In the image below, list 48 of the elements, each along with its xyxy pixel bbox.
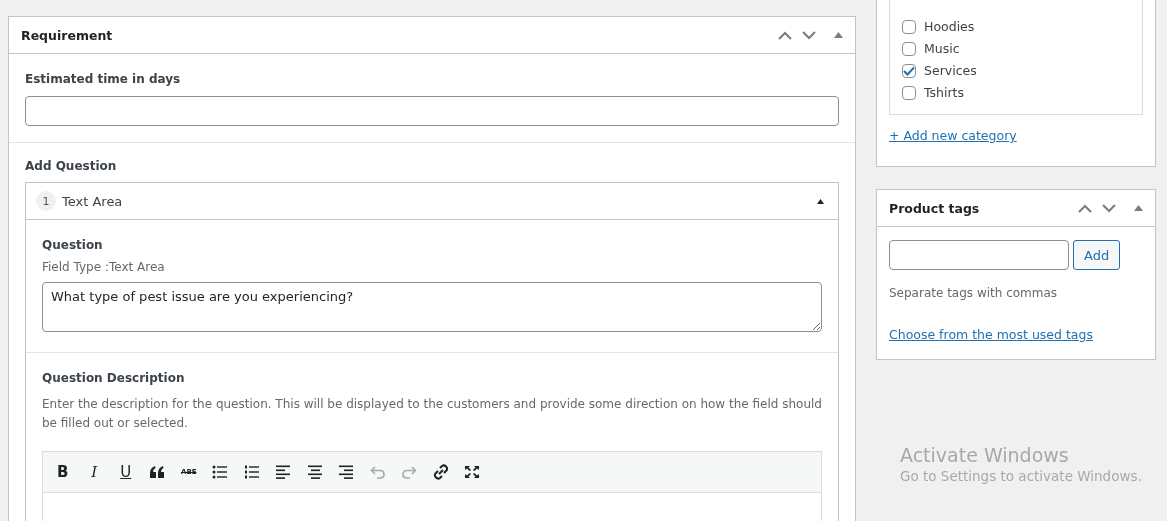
quote-icon <box>149 465 166 479</box>
checkbox[interactable] <box>902 19 916 34</box>
checkbox[interactable] <box>902 85 916 100</box>
section-label: Add Question <box>25 159 118 173</box>
category-label[interactable]: Tshirts <box>924 85 965 100</box>
panel-title: Product tags <box>889 200 980 216</box>
field-label: Question <box>42 238 104 252</box>
tag-input[interactable] <box>889 240 1069 270</box>
activation-title: Activate Windows <box>900 444 1070 466</box>
bulleted-list-icon <box>212 465 229 479</box>
category-label[interactable]: Music <box>924 41 960 56</box>
question-textarea[interactable]: What type of pest issue are you experiencing? <box>42 282 822 332</box>
link-icon <box>432 464 449 480</box>
bold-button[interactable]: B <box>47 457 79 487</box>
collapse-icon[interactable] <box>1134 205 1143 211</box>
caret-icon <box>817 198 824 204</box>
activation-subtitle: Go to Settings to activate Windows. <box>900 468 1142 484</box>
chevron-down-icon[interactable] <box>802 30 816 40</box>
category-label[interactable]: Hoodies <box>924 19 975 34</box>
add-category-link[interactable]: + Add new category <box>889 128 1017 143</box>
align-center-icon <box>306 465 323 479</box>
align-right-icon <box>338 465 355 479</box>
add-button[interactable]: Add <box>1073 240 1121 270</box>
collapse-icon[interactable] <box>834 32 843 38</box>
fullscreen-icon <box>464 465 481 479</box>
hint-text: Separate tags with commas <box>889 286 1059 300</box>
chevron-up-icon[interactable] <box>1078 203 1092 213</box>
redo-icon <box>401 465 418 479</box>
most-used-tags-link[interactable]: Choose from the most used tags <box>889 327 1093 342</box>
number-badge: 1 <box>36 191 56 211</box>
field-type-text: Field Type :Text Area <box>42 260 166 274</box>
field-label: Estimated time in days <box>25 72 182 86</box>
align-left-icon <box>275 465 292 479</box>
checkbox[interactable] <box>902 63 916 78</box>
panel-title: Requirement <box>21 27 113 43</box>
chevron-up-icon[interactable] <box>778 30 792 40</box>
question-type: Text Area <box>62 193 124 209</box>
input-field[interactable] <box>25 96 839 126</box>
category-label[interactable]: Services <box>924 63 977 78</box>
question-header[interactable]: 1 Text Area <box>26 183 838 220</box>
field-label: Question Description <box>42 371 186 385</box>
description-help-text: Enter the description for the question. This will be displayed to the customers and provide some direction on how the field should be filled out or selected. <box>42 396 822 432</box>
chevron-down-icon[interactable] <box>1102 203 1116 213</box>
undo-icon <box>369 465 386 479</box>
numbered-list-icon <box>243 465 260 479</box>
underline-button[interactable]: U <box>110 457 142 487</box>
checkbox[interactable] <box>902 41 916 56</box>
italic-button[interactable]: I <box>78 457 110 487</box>
